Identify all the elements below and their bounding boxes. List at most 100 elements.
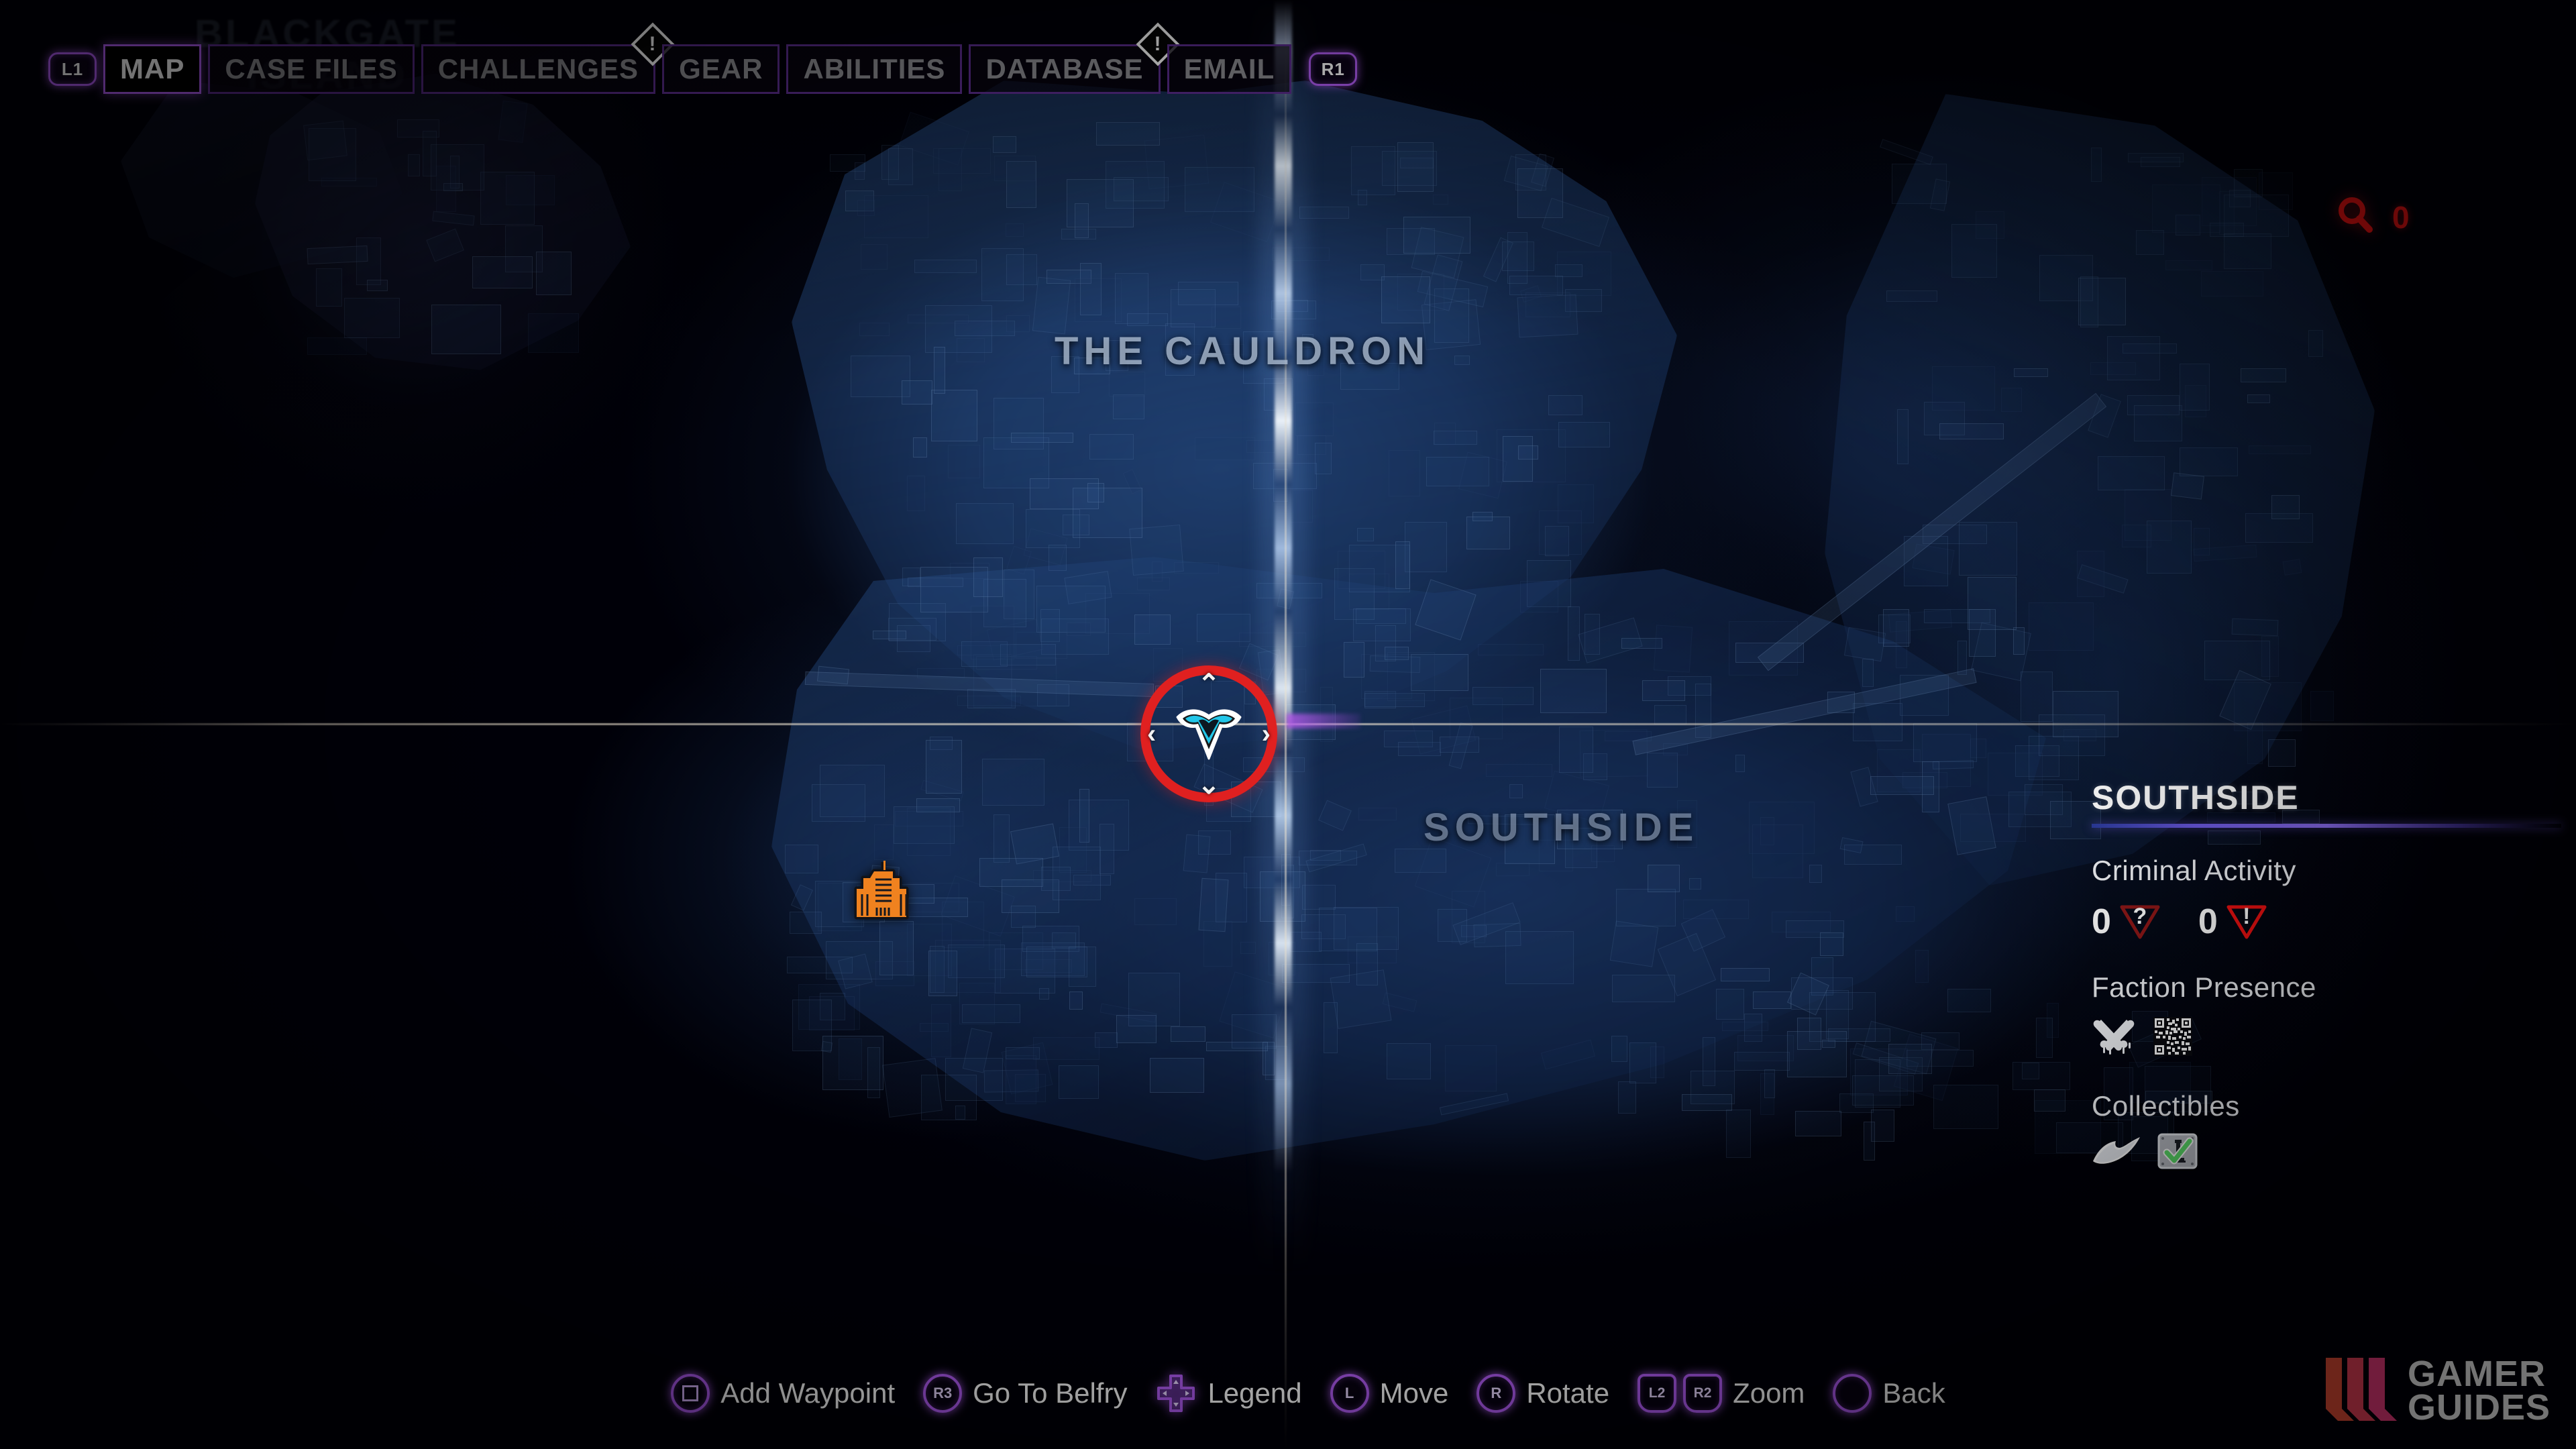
- city-block: [819, 993, 845, 1020]
- city-block: [955, 1106, 966, 1120]
- city-block: [2046, 1002, 2059, 1038]
- city-block: [1933, 1084, 1999, 1129]
- nightwing-emblem-icon: [1172, 705, 1246, 763]
- unknown-crime-glyph: ?: [2133, 904, 2147, 929]
- stat-active-crimes-value: 0: [2198, 902, 2218, 941]
- alert-crime-glyph: !: [2243, 904, 2251, 929]
- criminal-activity-stats: 0 ? 0 !: [2092, 902, 2561, 942]
- landmass-blackgate-island: [255, 74, 631, 370]
- next-tab-key-r1[interactable]: R1: [1309, 52, 1358, 86]
- hint-back-label: Back: [1882, 1377, 1945, 1409]
- hint-zoom[interactable]: L2 R2 Zoom: [1638, 1374, 1805, 1413]
- left-stick-button-icon: L: [1330, 1374, 1369, 1413]
- hint-rotate[interactable]: R Rotate: [1477, 1374, 1609, 1413]
- collectibles-label: Collectibles: [2092, 1090, 2240, 1122]
- magnifier-icon: [2334, 195, 2376, 239]
- city-block: [1907, 1050, 1974, 1067]
- faction-presence-label: Faction Presence: [2092, 971, 2316, 1003]
- city-block: [1617, 1081, 1636, 1114]
- city-block: [1861, 1020, 1937, 1074]
- city-block: [1764, 1069, 1775, 1098]
- city-block: [867, 1046, 880, 1099]
- city-block: [1947, 989, 1991, 1013]
- city-block: [1839, 1093, 1874, 1113]
- city-block: [838, 1038, 862, 1081]
- city-block: [792, 1000, 833, 1051]
- chevron-down-icon: ⌄: [1197, 770, 1220, 800]
- panel-title: SOUTHSIDE: [2092, 779, 2300, 816]
- hint-move[interactable]: L Move: [1330, 1374, 1448, 1413]
- hint-go-to-belfry[interactable]: R3 Go To Belfry: [923, 1374, 1127, 1413]
- city-block: [2310, 690, 2334, 722]
- top-navigation-bar: L1 MAP CASE FILES CHALLENGES ! GEAR ABIL…: [0, 22, 1358, 98]
- city-block: [1734, 1052, 1790, 1071]
- orange-building-icon[interactable]: [854, 858, 916, 922]
- tab-map[interactable]: MAP: [103, 44, 202, 94]
- chevron-right-icon: ›: [1261, 719, 1271, 749]
- city-block: [1893, 1034, 1959, 1102]
- tab-challenges[interactable]: CHALLENGES !: [421, 22, 675, 94]
- hint-zoom-label: Zoom: [1733, 1377, 1805, 1409]
- city-block: [1828, 1028, 1890, 1042]
- tab-gear[interactable]: GEAR: [662, 44, 780, 94]
- dpad-icon: [1155, 1373, 1197, 1414]
- tab-challenges-label: CHALLENGES: [437, 53, 639, 85]
- faction-presence-icons: [2092, 1016, 2561, 1061]
- player-position-cursor[interactable]: ⌃ ⌄ ‹ ›: [1140, 665, 1277, 802]
- city-block: [2034, 1089, 2065, 1112]
- tab-database[interactable]: DATABASE !: [969, 22, 1180, 94]
- qr-code-icon: [2153, 1017, 2192, 1059]
- city-block: [1682, 1094, 1732, 1111]
- city-block: [1760, 1073, 1774, 1116]
- collectibles-icons: [2092, 1133, 2561, 1173]
- map-screen: THE CAULDRON SOUTHSIDE ⌃ ⌄ ‹ › L1 MAP CA…: [0, 0, 2576, 1449]
- crossed-bones-graffiti-icon: [2092, 1016, 2136, 1061]
- city-block: [2034, 1099, 2101, 1154]
- city-block: [1888, 1043, 1933, 1074]
- hint-rotate-label: Rotate: [1526, 1377, 1610, 1409]
- tab-email[interactable]: EMAIL: [1167, 44, 1292, 94]
- hint-legend[interactable]: Legend: [1155, 1373, 1302, 1414]
- city-block: [2022, 1062, 2039, 1080]
- city-block: [1850, 1048, 1909, 1095]
- city-block: [1852, 1042, 1919, 1074]
- city-block: [2035, 1017, 2053, 1058]
- river-channel: [1275, 0, 1292, 1275]
- hint-back[interactable]: Back: [1833, 1374, 1945, 1413]
- tab-gear-label: GEAR: [679, 53, 763, 85]
- tab-abilities[interactable]: ABILITIES: [786, 44, 963, 94]
- circle-button-icon: [1833, 1374, 1872, 1413]
- city-block: [1690, 1071, 1735, 1105]
- panel-accent-rule: [2092, 824, 2561, 828]
- city-block: [822, 1036, 884, 1091]
- city-block: [1737, 1035, 1794, 1062]
- waypoint-streak-marker: [1287, 714, 1360, 729]
- tab-case-files[interactable]: CASE FILES: [208, 44, 415, 94]
- city-block: [881, 1058, 943, 1118]
- tab-case-files-label: CASE FILES: [225, 53, 398, 85]
- city-block: [1809, 992, 1876, 1042]
- hint-add-waypoint[interactable]: Add Waypoint: [671, 1374, 895, 1413]
- city-block: [1864, 1121, 1876, 1161]
- controller-hint-bar: Add Waypoint R3 Go To Belfry Legend L Mo…: [0, 1373, 2576, 1414]
- green-check-plaque-icon: [2157, 1133, 2198, 1173]
- tab-email-label: EMAIL: [1183, 53, 1275, 85]
- city-block: [1821, 1039, 1835, 1049]
- tab-map-label: MAP: [120, 53, 185, 85]
- alert-crime-triangle-icon: !: [2226, 904, 2267, 940]
- city-block: [1786, 1031, 1847, 1078]
- hint-go-to-belfry-label: Go To Belfry: [973, 1377, 1128, 1409]
- city-block: [1851, 1075, 1915, 1106]
- city-block: [1796, 1018, 1822, 1051]
- hint-legend-label: Legend: [1208, 1377, 1302, 1409]
- criminal-activity-label: Criminal Activity: [2092, 855, 2296, 886]
- l2-trigger-icon: L2: [1638, 1374, 1677, 1413]
- city-block: [1854, 1059, 1901, 1108]
- city-block: [1921, 1032, 1960, 1050]
- district-info-panel: SOUTHSIDE Criminal Activity 0 ? 0 ! Fact…: [2092, 778, 2561, 1173]
- hint-add-waypoint-label: Add Waypoint: [720, 1377, 896, 1409]
- square-button-icon: [671, 1374, 710, 1413]
- batarang-icon: [2092, 1134, 2143, 1171]
- prev-tab-key-l1[interactable]: L1: [48, 52, 97, 86]
- r3-stick-button-icon: R3: [923, 1374, 963, 1413]
